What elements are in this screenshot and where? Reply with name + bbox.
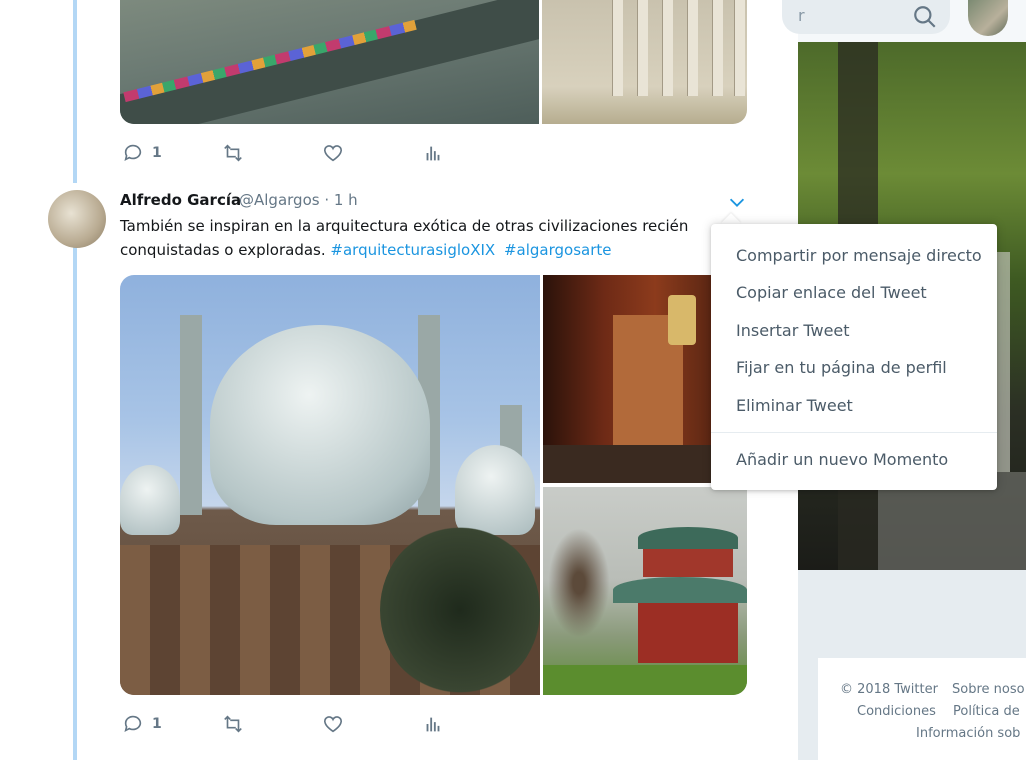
heart-icon [323, 716, 343, 733]
tweet1-image-palace[interactable] [542, 0, 747, 124]
tweet-text-line2: conquistadas o exploradas. [120, 241, 326, 259]
menu-item-add-moment[interactable]: Añadir un nuevo Momento [736, 450, 948, 469]
author-handle-time[interactable]: @Algargos · 1 h [239, 191, 358, 209]
tweet1-like-button[interactable] [322, 142, 344, 164]
tweet2-retweet-button[interactable] [222, 713, 244, 735]
footer-link-privacy[interactable]: Política de [953, 704, 1020, 719]
tweet1-image-bridge[interactable] [120, 0, 539, 124]
search-placeholder-fragment: r [798, 6, 805, 25]
chevron-down-icon[interactable] [726, 191, 748, 213]
tweet1-reply-count: 1 [152, 145, 162, 161]
hashtag-link[interactable]: #algargosarte [504, 241, 612, 259]
footer-link-terms[interactable]: Condiciones [857, 704, 936, 719]
heart-icon [323, 145, 343, 162]
footer-link-info[interactable]: Información sob [916, 726, 1020, 741]
reply-icon [124, 715, 142, 732]
menu-item-embed[interactable]: Insertar Tweet [736, 321, 850, 340]
search-icon[interactable] [912, 4, 938, 30]
tweet1-reply-button[interactable]: 1 [122, 142, 162, 164]
retweet-icon [224, 715, 242, 733]
tweet2-image-pagoda[interactable] [543, 487, 747, 695]
tweet2-analytics-button[interactable] [422, 713, 444, 735]
tweet2-reply-count: 1 [152, 716, 162, 732]
analytics-icon [426, 717, 440, 732]
menu-item-copy-link[interactable]: Copiar enlace del Tweet [736, 283, 927, 302]
footer-link-about[interactable]: Sobre noso [952, 682, 1025, 697]
tweet2-like-button[interactable] [322, 713, 344, 735]
author-name[interactable]: Alfredo García [120, 191, 241, 209]
menu-item-delete[interactable]: Eliminar Tweet [736, 396, 853, 415]
hashtag-link[interactable]: #arquitecturasigloXIX [330, 241, 495, 259]
menu-item-share-dm[interactable]: Compartir por mensaje directo [736, 246, 982, 265]
thread-line [73, 0, 77, 760]
tweet1-retweet-button[interactable] [222, 142, 244, 164]
footer-card: © 2018 Twitter Sobre noso Condiciones Po… [818, 658, 1026, 760]
author-avatar[interactable] [48, 190, 106, 248]
reply-icon [124, 144, 142, 161]
tweet1-analytics-button[interactable] [422, 142, 444, 164]
footer-copyright: © 2018 Twitter [840, 682, 938, 697]
tweet-text: También se inspiran en la arquitectura e… [120, 214, 720, 262]
menu-divider [711, 432, 997, 433]
analytics-icon [426, 146, 440, 161]
menu-item-pin[interactable]: Fijar en tu página de perfil [736, 358, 947, 377]
retweet-icon [224, 144, 242, 162]
tweet-options-menu: Compartir por mensaje directo Copiar enl… [711, 224, 997, 490]
tweet-text-line1: También se inspiran en la arquitectura e… [120, 217, 689, 235]
tweet2-image-royal-pavilion[interactable] [120, 275, 540, 695]
tweet2-reply-button[interactable]: 1 [122, 713, 162, 735]
